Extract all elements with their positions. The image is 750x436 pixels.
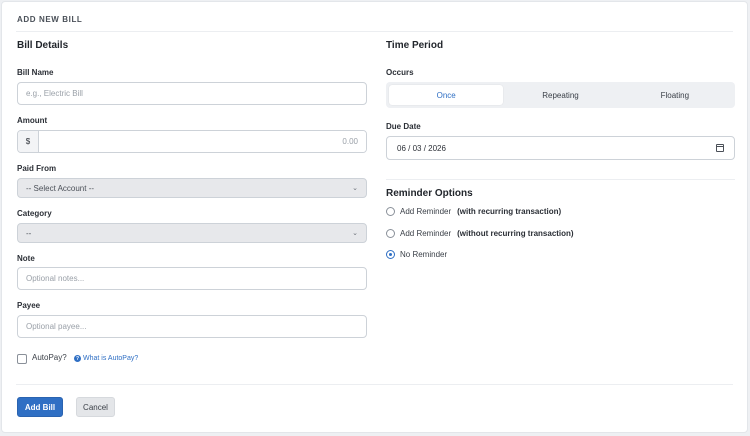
autopay-label: AutoPay?: [32, 353, 67, 362]
radio-button-selected[interactable]: [386, 250, 395, 259]
due-date-input[interactable]: 06 / 03 / 2026: [386, 136, 735, 160]
autopay-help-link[interactable]: ? What is AutoPay?: [74, 355, 138, 362]
help-icon: ?: [74, 355, 81, 362]
payee-input[interactable]: [17, 315, 367, 338]
radio-button[interactable]: [386, 229, 395, 238]
header-divider: [16, 31, 733, 32]
time-period-title: Time Period: [386, 40, 444, 51]
form-header: ADD NEW BILL: [17, 15, 83, 24]
category-label: Category: [17, 209, 52, 218]
due-date-label: Due Date: [386, 122, 421, 131]
occurs-label: Occurs: [386, 68, 414, 77]
reminder-option-label: No Reminder: [400, 250, 448, 259]
calendar-icon[interactable]: [716, 144, 724, 152]
reminder-option-label: Add Reminder: [400, 229, 452, 238]
reminder-option-with-recurring[interactable]: Add Reminder (with recurring transaction…: [386, 207, 561, 216]
cancel-button[interactable]: Cancel: [76, 397, 115, 417]
amount-label: Amount: [17, 116, 48, 125]
paid-from-selected: -- Select Account --: [26, 183, 95, 193]
occurs-option-once[interactable]: Once: [389, 85, 504, 105]
reminder-option-label: Add Reminder: [400, 207, 452, 216]
category-selected: --: [26, 228, 32, 238]
reminder-option-suffix: (with recurring transaction): [457, 207, 562, 216]
add-bill-card: ADD NEW BILL Bill Details Bill Name Amou…: [1, 1, 748, 433]
due-date-value: 06 / 03 / 2026: [397, 143, 446, 153]
autopay-help-text: What is AutoPay?: [83, 355, 139, 362]
footer-divider: [16, 384, 733, 385]
autopay-checkbox[interactable]: [17, 354, 27, 364]
bill-name-label: Bill Name: [17, 68, 54, 77]
radio-button[interactable]: [386, 207, 395, 216]
reminder-divider: [386, 179, 735, 180]
note-label: Note: [17, 254, 35, 263]
occurs-option-repeating[interactable]: Repeating: [503, 85, 617, 105]
amount-input-group: $: [17, 130, 367, 153]
reminder-option-suffix: (without recurring transaction): [457, 229, 574, 238]
add-bill-button[interactable]: Add Bill: [17, 397, 63, 417]
currency-prefix: $: [18, 131, 39, 152]
bill-details-title: Bill Details: [17, 40, 69, 51]
chevron-down-icon: ⌄: [352, 230, 358, 237]
occurs-option-floating[interactable]: Floating: [618, 85, 732, 105]
payee-label: Payee: [17, 301, 41, 310]
reminder-option-none[interactable]: No Reminder: [386, 250, 447, 259]
note-input[interactable]: [17, 267, 367, 290]
occurs-segmented-control: Once Repeating Floating: [386, 82, 735, 108]
paid-from-select[interactable]: -- Select Account -- ⌄: [17, 178, 367, 198]
reminder-options-title: Reminder Options: [386, 188, 473, 199]
paid-from-label: Paid From: [17, 164, 57, 173]
chevron-down-icon: ⌄: [352, 185, 358, 192]
reminder-option-without-recurring[interactable]: Add Reminder (without recurring transact…: [386, 229, 574, 238]
category-select[interactable]: -- ⌄: [17, 223, 367, 243]
amount-input[interactable]: [39, 131, 366, 152]
bill-name-input[interactable]: [17, 82, 367, 105]
